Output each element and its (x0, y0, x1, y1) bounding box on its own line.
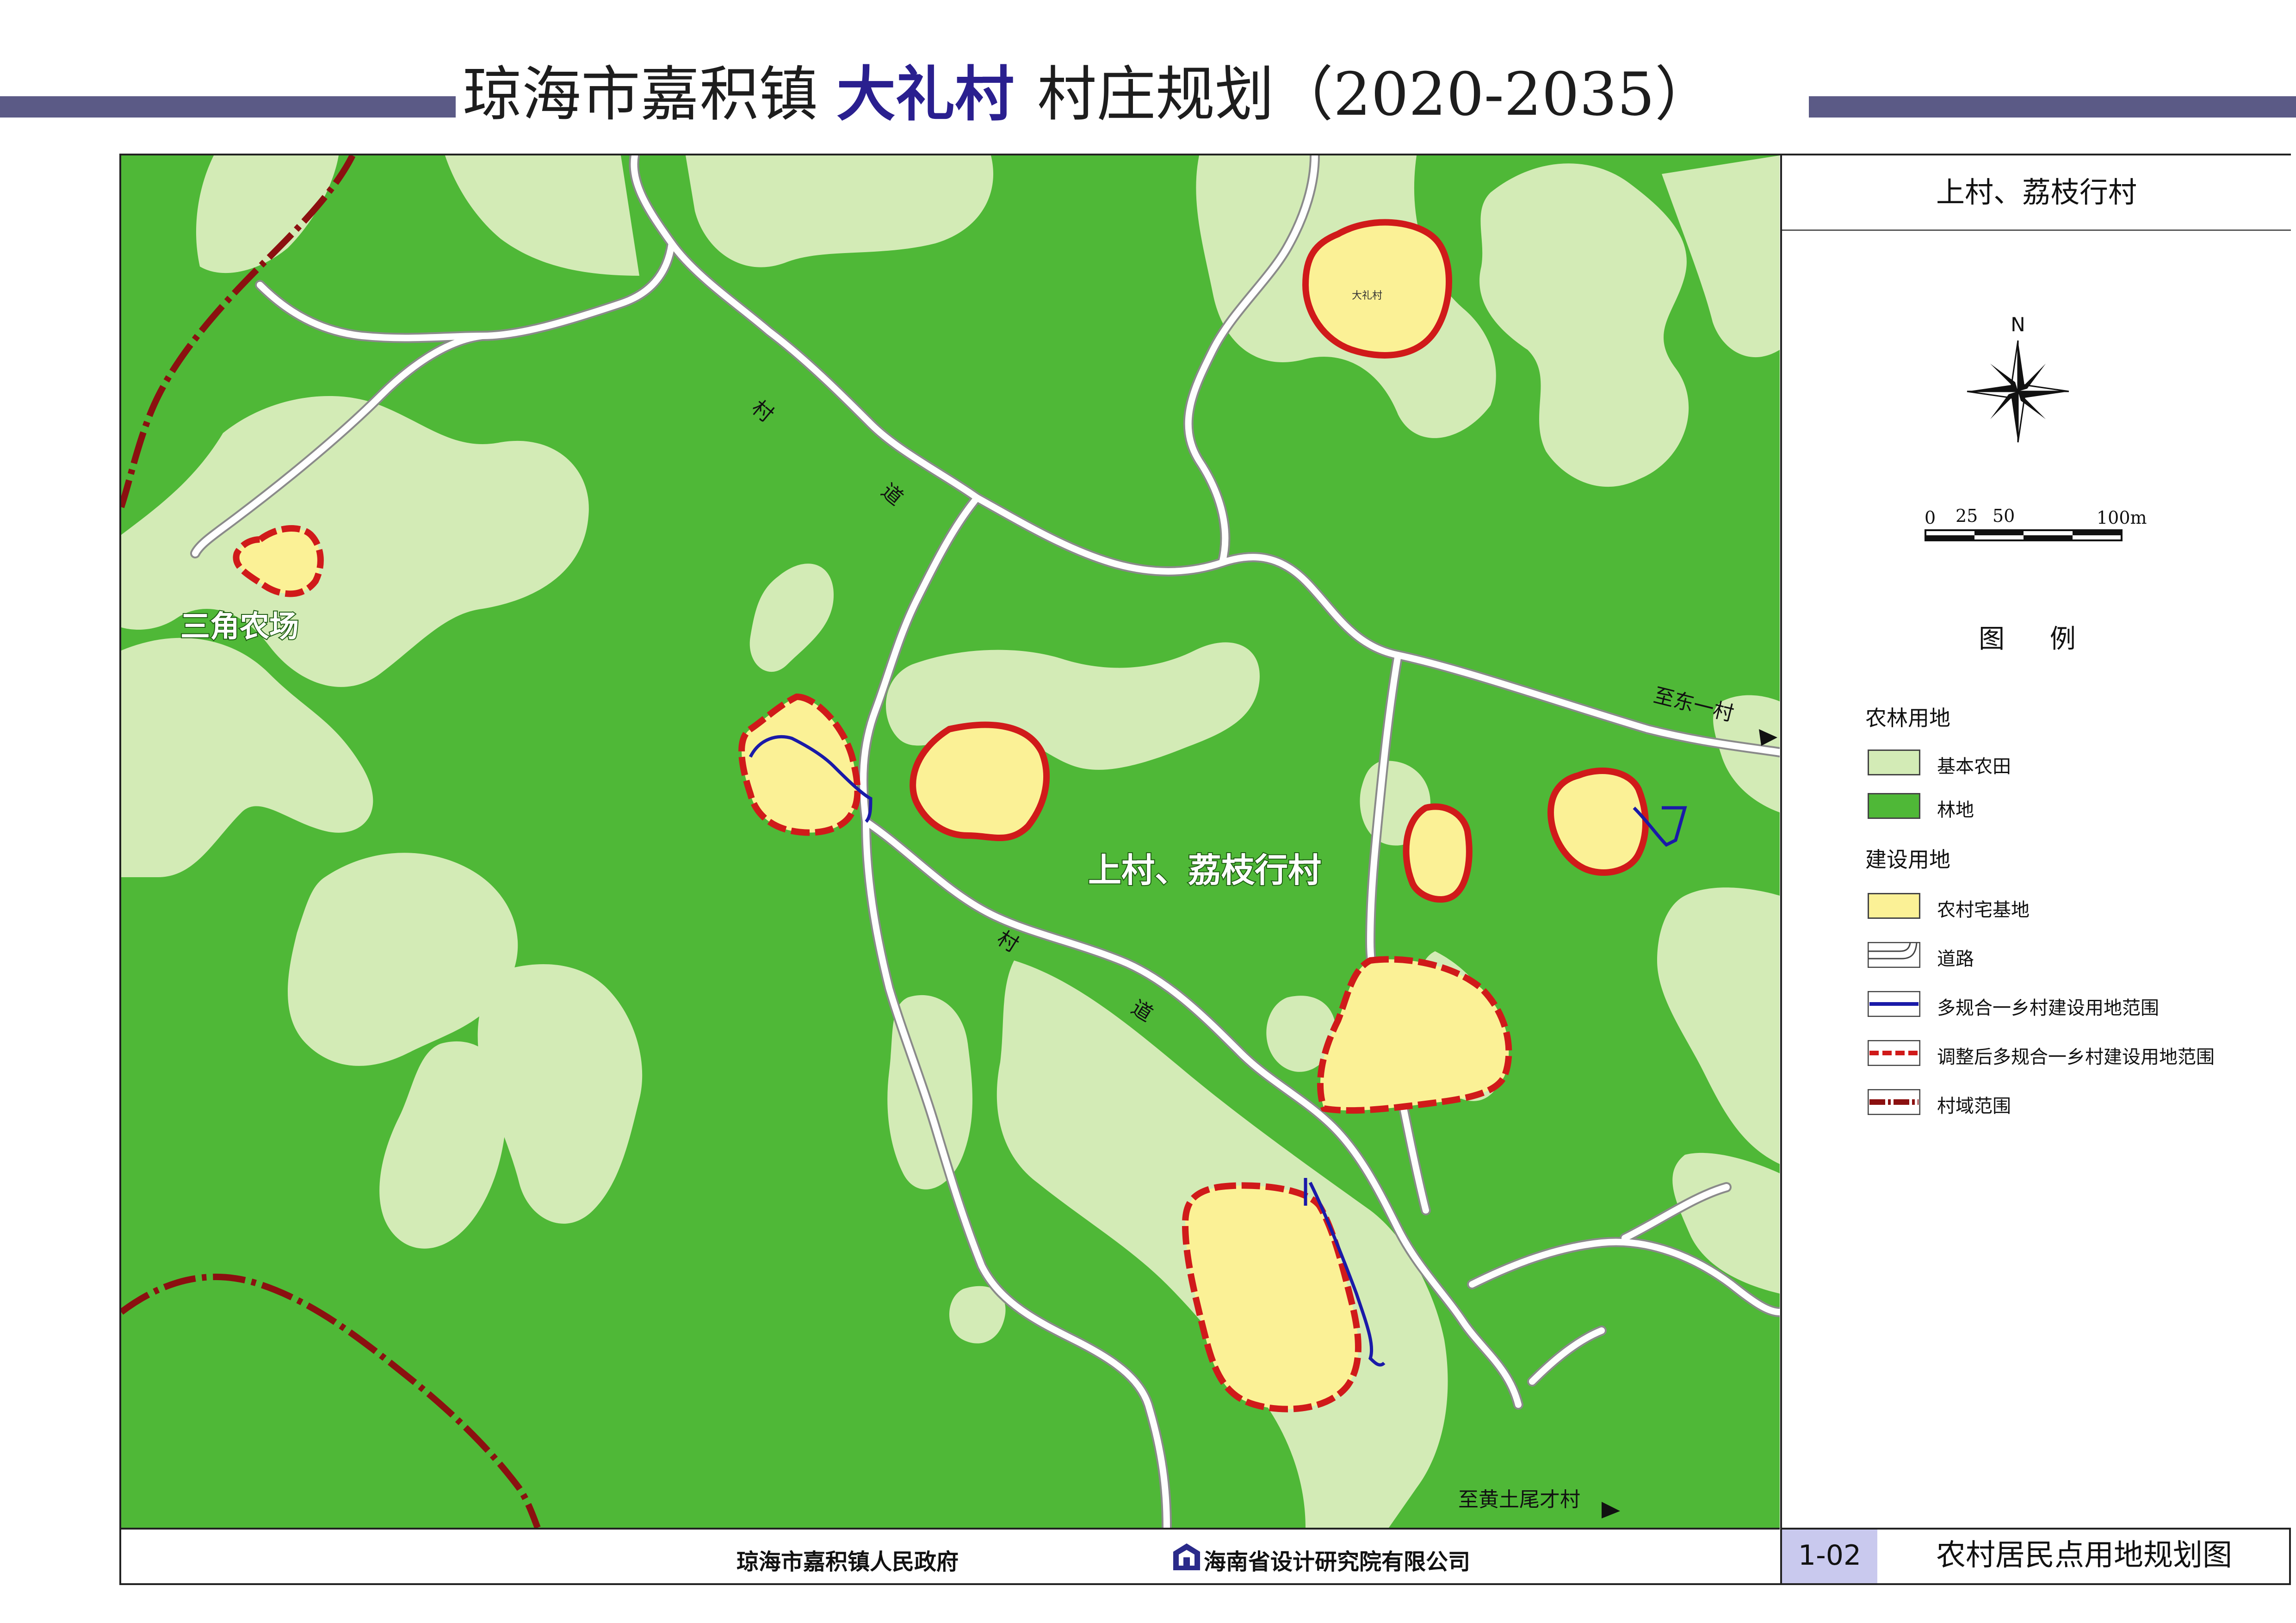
north-label: N (2011, 313, 2025, 336)
legend-label: 道路 (1937, 948, 1974, 970)
legend-item-forest: 林地 (1868, 793, 2284, 821)
scale-bar: 0 25 50 100m (1925, 506, 2147, 541)
parcel-east (1547, 768, 1649, 876)
scale-label-0: 0 (1925, 508, 1936, 528)
legend-item-residential: 农村宅基地 (1868, 893, 2284, 921)
legend-item-road: 道路 (1868, 942, 2284, 970)
parcel-center-west (910, 721, 1050, 841)
parcel-dali (1302, 219, 1452, 359)
label-dali: 大礼村 (1352, 290, 1382, 302)
swatch-residential (1868, 893, 1920, 919)
government-name: 琼海市嘉积镇人民政府 (736, 1549, 959, 1575)
swatch-road (1868, 942, 1920, 968)
title-prefix: 琼海市嘉积镇 (463, 60, 818, 129)
title-village: 大礼村 (836, 60, 1015, 129)
label-sanjiao-farm: 三角农场 (180, 610, 299, 644)
drawing-number: 1-02 (1780, 1528, 1877, 1583)
side-panel: 上村、荔枝行村 N 0 25 50 100m 图 例 农林用地 基本农田 林地 … (1780, 155, 2291, 1528)
legend-title: 图 例 (1979, 624, 2094, 654)
legend-item-boundary: 村域范围 (1868, 1089, 2284, 1117)
drawing-name: 农村居民点用地规划图 (1877, 1528, 2291, 1583)
legend-label: 林地 (1937, 799, 1974, 821)
legend-section-agri: 农林用地 (1865, 706, 1950, 731)
legend-label: 调整后多规合一乡村建设用地范围 (1937, 1047, 2215, 1068)
legend-item-blue-scope: 多规合一乡村建设用地范围 (1868, 991, 2284, 1019)
label-to-huangtu: 至黄土尾才村 (1458, 1488, 1580, 1511)
title-bar-left (0, 96, 456, 118)
scale-label-25: 25 (1956, 506, 1978, 526)
institute-name: 海南省设计研究院有限公司 (1204, 1549, 1471, 1575)
legend-label: 多规合一乡村建设用地范围 (1937, 997, 2159, 1019)
legend-section-construction: 建设用地 (1865, 847, 1950, 872)
legend-label: 农村宅基地 (1937, 899, 2030, 921)
label-village: 上村、荔枝行村 (1088, 851, 1321, 890)
parcel-center-east (1403, 803, 1473, 903)
page-title: 琼海市嘉积镇 大礼村 村庄规划（2020-2035） (463, 51, 1714, 139)
legend-label: 基本农田 (1937, 756, 2011, 777)
legend-item-farmland: 基本农田 (1868, 750, 2284, 777)
footer-strip: 琼海市嘉积镇人民政府 海南省设计研究院有限公司 (121, 1528, 1780, 1583)
land-use-map[interactable]: 三角农场 上村、荔枝行村 大礼村 村 道 村 道 至东一村 至黄土尾才村 (121, 155, 1780, 1528)
north-arrow-icon: N (1967, 313, 2069, 443)
title-suffix: 村庄规划（2020-2035） (1037, 60, 1714, 129)
swatch-boundary (1868, 1089, 1920, 1115)
panel-title: 上村、荔枝行村 (1782, 155, 2291, 231)
swatch-red-dashed (1868, 1040, 1920, 1066)
swatch-farmland (1868, 750, 1920, 775)
institute-logo-icon (1173, 1543, 1200, 1570)
legend-label: 村域范围 (1937, 1096, 2011, 1117)
swatch-blue-line (1868, 991, 1920, 1017)
scale-label-100: 100m (2097, 508, 2147, 528)
scale-label-50: 50 (1993, 506, 2015, 526)
legend-item-red-dashed: 调整后多规合一乡村建设用地范围 (1868, 1040, 2284, 1068)
title-bar-right (1809, 96, 2296, 118)
swatch-forest (1868, 793, 1920, 819)
